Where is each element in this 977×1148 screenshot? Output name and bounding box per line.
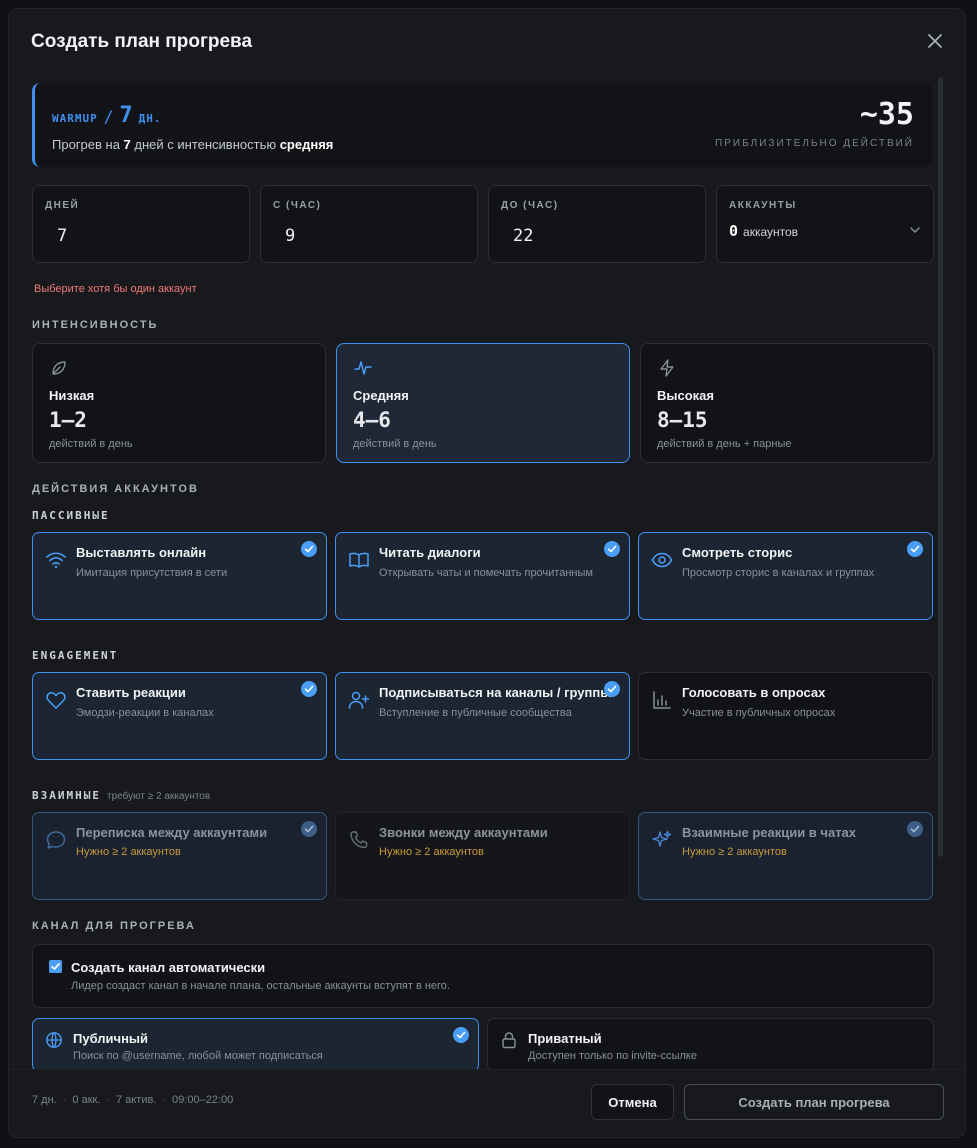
engagement-label: ENGAGEMENT: [32, 649, 119, 662]
leaf-icon: [52, 361, 66, 375]
summary-tag: WARMUP: [52, 112, 98, 125]
actions-label: ДЕЙСТВИЯ АККАУНТОВ: [32, 483, 199, 495]
action-mutual-chat[interactable]: Переписка между аккаунтами Нужно ≥ 2 акк…: [32, 812, 327, 900]
modal-header: Создать план прогрева: [9, 9, 965, 75]
summary-days: 7: [119, 103, 133, 128]
summary-days-unit: ДН.: [138, 112, 162, 125]
action-mutual-reactions[interactable]: Взаимные реакции в чатах Нужно ≥ 2 аккау…: [638, 812, 933, 900]
channel-label: КАНАЛ ДЛЯ ПРОГРЕВА: [32, 920, 196, 932]
user-plus-icon: [348, 691, 370, 709]
chat-bubble-icon: [46, 831, 66, 849]
summary-description: Прогрев на 7 дней с интенсивностью средн…: [52, 137, 334, 152]
action-watch-stories[interactable]: Смотреть сторис Просмотр сторис в канала…: [638, 532, 933, 620]
bar-chart-icon: [653, 691, 671, 709]
auto-channel-option[interactable]: Создать канал автоматически Лидер создас…: [32, 944, 934, 1008]
modal-title: Создать план прогрева: [31, 31, 253, 52]
plan-fields: ДНЕЙ 7 С (ЧАС) 9 ДО (ЧАС) 22 АККАУНТЫ 0а…: [32, 185, 934, 263]
check-icon: [907, 821, 923, 837]
chevron-down-icon: [910, 227, 920, 233]
action-mutual-calls[interactable]: Звонки между аккаунтами Нужно ≥ 2 аккаун…: [335, 812, 630, 900]
check-icon: [301, 681, 317, 697]
days-field[interactable]: ДНЕЙ 7: [32, 185, 250, 263]
action-read-dialogs[interactable]: Читать диалоги Открывать чаты и помечать…: [335, 532, 630, 620]
check-icon: [301, 541, 317, 557]
intensity-medium[interactable]: Средняя 4–6 действий в день: [336, 343, 630, 463]
from-hour-field[interactable]: С (ЧАС) 9: [260, 185, 478, 263]
mutual-hint: требуют ≥ 2 аккаунтов: [106, 791, 211, 802]
phone-icon: [350, 831, 368, 849]
lock-icon: [502, 1032, 516, 1049]
approx-actions-value: ~35: [859, 97, 914, 132]
to-hour-field[interactable]: ДО (ЧАС) 22: [488, 185, 706, 263]
create-warmup-plan-modal: Создать план прогрева WARMUP / 7 ДН. Про…: [8, 8, 966, 1138]
action-subscribe-channels[interactable]: Подписываться на каналы / группы Вступле…: [335, 672, 630, 760]
modal-footer: 7 дн. · 0 акк. · 7 актив. · 09:00–22:00 …: [9, 1069, 965, 1137]
check-icon: [604, 541, 620, 557]
create-plan-button[interactable]: Создать план прогрева: [684, 1084, 944, 1120]
sparkles-icon: [652, 830, 672, 847]
check-icon: [604, 681, 620, 697]
eye-icon: [651, 552, 673, 568]
cancel-button[interactable]: Отмена: [591, 1084, 674, 1120]
check-icon: [453, 1027, 469, 1043]
heart-icon: [46, 692, 66, 709]
from-hour-input[interactable]: 9: [285, 226, 295, 246]
accounts-count: 0: [729, 222, 739, 240]
check-icon: [907, 541, 923, 557]
plan-summary: WARMUP / 7 ДН. Прогрев на 7 дней с интен…: [32, 83, 932, 167]
checkbox-checked[interactable]: [49, 960, 62, 973]
passive-label: ПАССИВНЫЕ: [32, 509, 110, 522]
modal-body: WARMUP / 7 ДН. Прогрев на 7 дней с интен…: [9, 75, 965, 1069]
channel-private-option[interactable]: Приватный Доступен только по invite-ссыл…: [487, 1018, 934, 1069]
intensity-label: ИНТЕНСИВНОСТЬ: [32, 319, 159, 331]
action-set-reactions[interactable]: Ставить реакции Эмодзи-реакции в каналах: [32, 672, 327, 760]
channel-public-option[interactable]: Публичный Поиск по @username, любой може…: [32, 1018, 479, 1069]
intensity-high[interactable]: Высокая 8–15 действий в день + парные: [640, 343, 934, 463]
close-icon: [928, 34, 942, 48]
mutual-label: ВЗАИМНЫЕ требуют ≥ 2 аккаунтов: [32, 789, 211, 802]
globe-icon: [46, 1032, 62, 1048]
check-icon: [301, 821, 317, 837]
action-vote-polls[interactable]: Голосовать в опросах Участие в публичных…: [638, 672, 933, 760]
bolt-icon: [660, 359, 674, 377]
plan-stats: 7 дн. · 0 акк. · 7 актив. · 09:00–22:00: [32, 1094, 234, 1106]
to-hour-input[interactable]: 22: [513, 226, 533, 246]
book-icon: [349, 552, 369, 568]
summary-slash: /: [103, 107, 114, 126]
wifi-icon: [46, 552, 66, 569]
approx-actions-label: ПРИБЛИЗИТЕЛЬНО ДЕЙСТВИЙ: [715, 138, 914, 149]
accounts-error: Выберите хотя бы один аккаунт: [34, 283, 197, 295]
intensity-low[interactable]: Низкая 1–2 действий в день: [32, 343, 326, 463]
action-set-online[interactable]: Выставлять онлайн Имитация присутствия в…: [32, 532, 327, 620]
pulse-icon: [354, 361, 372, 375]
accounts-select[interactable]: АККАУНТЫ 0 аккаунтов: [716, 185, 934, 263]
days-input[interactable]: 7: [57, 226, 67, 246]
close-button[interactable]: [925, 31, 945, 51]
